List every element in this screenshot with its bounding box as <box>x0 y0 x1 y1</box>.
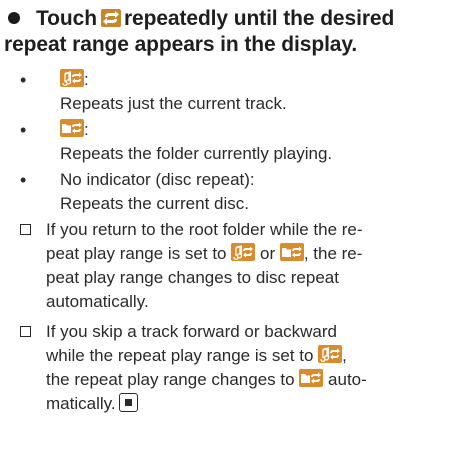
folder-repeat-icon <box>60 119 84 137</box>
end-of-section-icon <box>118 393 138 412</box>
track-repeat-icon <box>231 243 256 261</box>
step-instruction: Touch repeatedly until the desired repeat… <box>4 7 395 56</box>
folder-repeat-icon <box>279 243 304 261</box>
track-repeat-icon <box>60 69 84 87</box>
bullet-marker: • <box>20 120 27 140</box>
repeat-icon <box>100 9 121 27</box>
bullet-marker: • <box>20 170 27 190</box>
note-checkbox-icon <box>20 326 31 337</box>
bullet-marker: • <box>20 70 27 90</box>
note-checkbox-icon <box>20 224 31 235</box>
folder-repeat-icon <box>299 369 324 387</box>
track-repeat-icon <box>318 345 343 363</box>
step-bullet-icon <box>8 12 20 25</box>
manual-page: Touch repeatedly until the desired repeat… <box>0 0 452 449</box>
